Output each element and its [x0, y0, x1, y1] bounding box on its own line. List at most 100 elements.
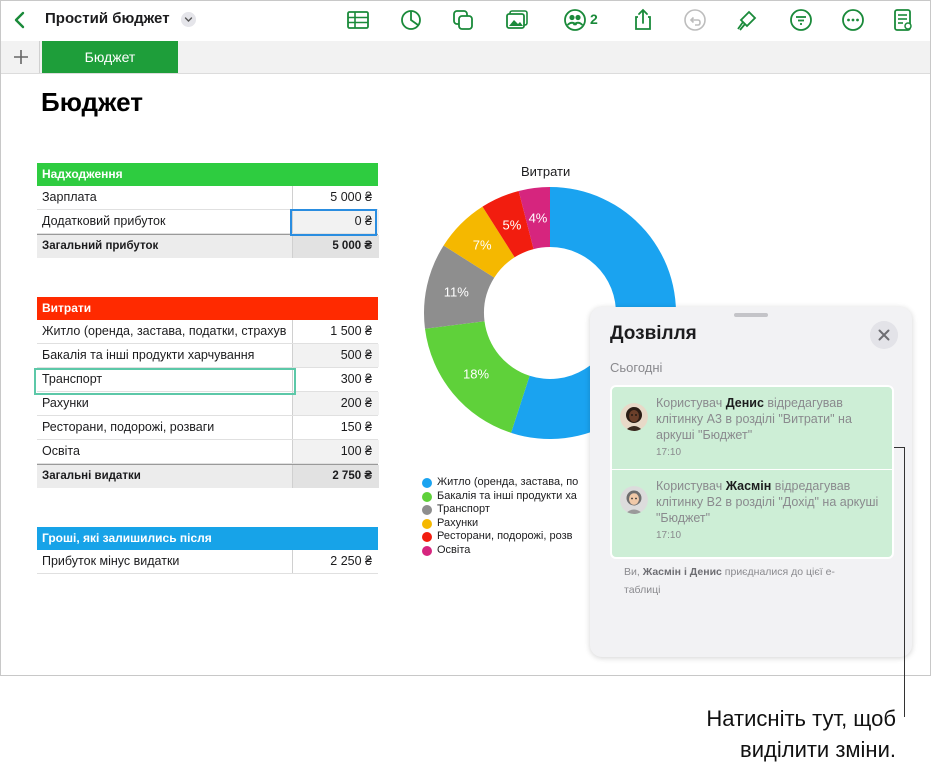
reading-view-icon[interactable] [891, 8, 915, 32]
row-value: 2 750 ₴ [332, 470, 372, 482]
row-value: 500 ₴ [340, 348, 372, 362]
legend-item: Рахунки [421, 517, 578, 531]
total-row[interactable]: Загальний прибуток 5 000 ₴ [37, 234, 379, 258]
row-value: 2 250 ₴ [330, 554, 372, 568]
chart-title: Витрати [521, 164, 571, 179]
avatar [620, 486, 648, 514]
activity-time: 17:10 [656, 530, 682, 541]
row-label: Загальні видатки [42, 470, 141, 482]
legend-label: Транспорт [437, 503, 490, 516]
income-table-header[interactable]: Надходження [37, 163, 378, 186]
table-row[interactable]: Рахунки 200 ₴ [37, 392, 379, 416]
row-label: Прибуток мінус видатки [42, 554, 180, 568]
more-icon[interactable] [841, 8, 865, 32]
row-value: 100 ₴ [340, 444, 372, 458]
legend-label: Бакалія та інші продукти ха [437, 489, 577, 502]
row-label: Загальний прибуток [42, 240, 159, 252]
activity-text: Користувач Денис відредагував клітинку A… [656, 396, 852, 442]
legend-swatch [422, 478, 432, 488]
activity-panel: Дозвілля Сьогодні Користувач Денис відре… [590, 307, 912, 657]
sort-filter-icon[interactable] [789, 8, 813, 32]
undo-icon[interactable] [683, 8, 707, 32]
activity-item[interactable]: Користувач Денис відредагував клітинку A… [612, 387, 892, 469]
row-label: Житло (оренда, застава, податки, страхув [42, 324, 287, 338]
total-row[interactable]: Загальні видатки 2 750 ₴ [37, 464, 379, 488]
row-value: 1 500 ₴ [330, 324, 372, 338]
section-heading-today: Сьогодні [610, 360, 663, 375]
sheet-tab-bar: Бюджет [1, 41, 930, 74]
row-label: Рахунки [42, 396, 89, 410]
toolbar: Простий бюджет 2 [1, 1, 930, 41]
back-chevron-icon[interactable] [9, 8, 31, 32]
title-menu-chevron-icon[interactable] [181, 12, 196, 27]
panel-title: Дозвілля [610, 323, 697, 344]
user-name: Денис [725, 396, 764, 410]
sheet-title: Бюджет [41, 87, 143, 117]
table-row[interactable]: Прибуток мінус видатки 2 250 ₴ [37, 550, 378, 574]
slice-label: 7% [473, 238, 492, 253]
row-value: 5 000 ₴ [330, 190, 372, 204]
slice-label: 5% [502, 217, 521, 232]
row-label: Зарплата [42, 190, 97, 204]
legend-item: Бакалія та інші продукти ха [421, 490, 578, 504]
document-title[interactable]: Простий бюджет [45, 10, 170, 27]
legend-item: Ресторани, подорожі, розв [421, 530, 578, 544]
row-value: 5 000 ₴ [332, 240, 372, 252]
tab-separator [39, 41, 40, 73]
highlighted-cell-b2[interactable] [290, 209, 377, 236]
table-row[interactable]: Зарплата 5 000 ₴ [37, 186, 378, 210]
table-row[interactable]: Освіта 100 ₴ [37, 440, 379, 464]
legend-swatch [422, 532, 432, 543]
legend-label: Ресторани, подорожі, розв [437, 530, 573, 543]
legend-label: Житло (оренда, застава, по [437, 476, 579, 488]
row-value: 300 ₴ [340, 372, 372, 386]
callout-line [904, 447, 905, 717]
tab-budget[interactable]: Бюджет [42, 41, 178, 73]
row-label: Ресторани, подорожі, розваги [42, 420, 215, 434]
table-row[interactable]: Житло (оренда, застава, податки, страхув… [37, 320, 378, 344]
legend-label: Освіта [437, 543, 471, 556]
activity-time: 17:10 [656, 447, 682, 458]
table-icon[interactable] [346, 8, 370, 32]
legend-item: Транспорт [421, 503, 578, 517]
remaining-table: Гроші, які залишились після Прибуток мін… [37, 527, 378, 574]
legend-item: Житло (оренда, застава, по [421, 476, 578, 490]
activity-item[interactable]: Користувач Жасмін відредагував клітинку … [612, 470, 892, 552]
shapes-icon[interactable] [451, 8, 475, 32]
format-brush-icon[interactable] [735, 8, 759, 32]
legend-swatch [422, 545, 432, 556]
slice-label: 11% [444, 285, 469, 300]
slice-label: 4% [529, 210, 548, 225]
activity-list[interactable]: Користувач Денис відредагував клітинку A… [610, 385, 894, 559]
chart-legend: Житло (оренда, застава, по Бакалія та інш… [421, 476, 578, 558]
collaborator-count: 2 [590, 11, 598, 27]
joined-note: Ви, Жасмін і Денис приєдналися до цієї е… [624, 566, 835, 596]
row-label: Освіта [42, 444, 80, 458]
app-window: Простий бюджет 2 Бюджет Бюджет Надходжен… [0, 0, 931, 676]
legend-swatch [422, 518, 432, 529]
media-icon[interactable] [505, 8, 529, 32]
add-sheet-plus-icon[interactable] [11, 47, 31, 67]
legend-swatch [422, 505, 432, 516]
collaborate-icon[interactable] [563, 8, 587, 32]
user-name: Жасмін [725, 479, 772, 493]
expenses-table-header[interactable]: Витрати [37, 297, 378, 320]
close-icon[interactable] [870, 321, 898, 349]
activity-text: Користувач Жасмін відредагував клітинку … [656, 479, 879, 525]
table-row[interactable]: Бакалія та інші продукти харчування 500 … [37, 344, 379, 368]
legend-item: Освіта [421, 544, 578, 558]
row-value: 150 ₴ [340, 420, 372, 434]
avatar [620, 403, 648, 431]
legend-swatch [422, 491, 432, 502]
row-value: 200 ₴ [340, 396, 372, 410]
remaining-table-header[interactable]: Гроші, які залишились після [37, 527, 378, 550]
row-label: Додатковий прибуток [42, 214, 166, 228]
chart-icon[interactable] [399, 8, 423, 32]
share-icon[interactable] [631, 8, 655, 32]
slice-label: 18% [463, 367, 489, 382]
panel-grabber[interactable] [734, 313, 768, 317]
row-label: Бакалія та інші продукти харчування [42, 348, 255, 362]
highlighted-cell-a3[interactable] [34, 368, 296, 395]
table-row[interactable]: Ресторани, подорожі, розваги 150 ₴ [37, 416, 378, 440]
legend-label: Рахунки [437, 516, 479, 529]
